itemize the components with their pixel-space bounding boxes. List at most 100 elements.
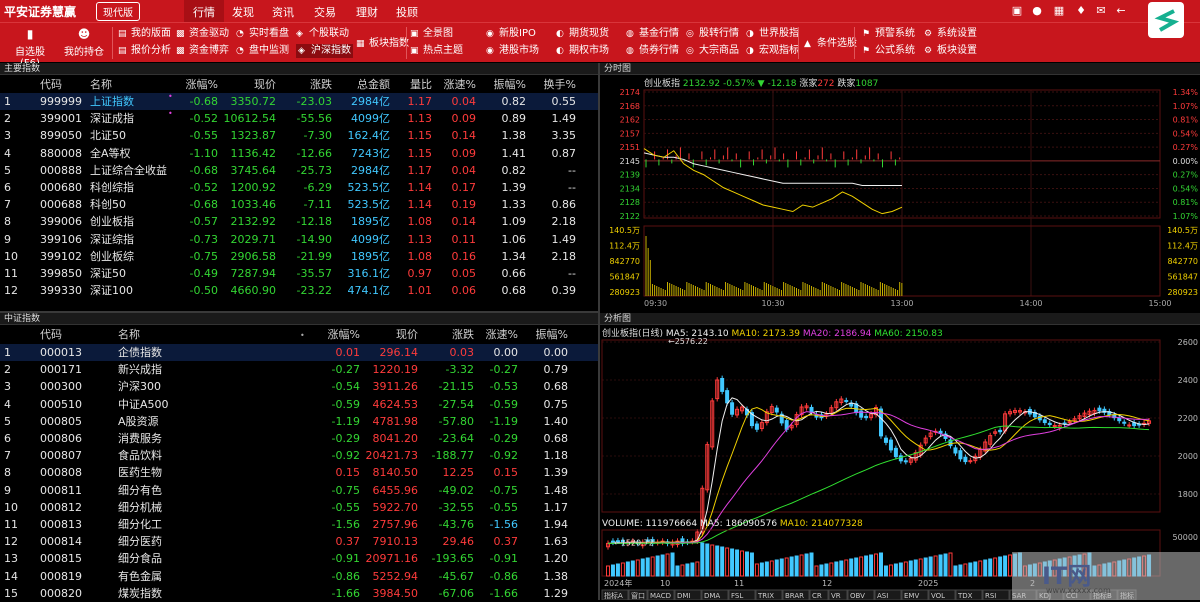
main-row-6-col-6[interactable]: 523.5亿 xyxy=(332,196,391,213)
main-row-2-col-9[interactable]: 1.38 xyxy=(476,127,527,144)
main-row-1-col-7[interactable]: 1.13 xyxy=(390,110,433,127)
indicator-tab-15[interactable]: RSI xyxy=(982,589,1010,600)
main-row-5-col-3[interactable]: -0.52 xyxy=(160,179,218,196)
csi-row-13-col-2[interactable]: 有色金属 xyxy=(118,568,218,585)
csi-row-4-col-4[interactable]: 4781.98 xyxy=(360,413,419,430)
csi-row-3-col-5[interactable]: -27.54 xyxy=(418,396,474,413)
main-row-6-col-4[interactable]: 1033.46 xyxy=(218,196,277,213)
main-row-4-col-6[interactable]: 2984亿 xyxy=(332,162,390,179)
skin-icon[interactable]: ♦ xyxy=(1074,4,1088,18)
csi-row-4-col-5[interactable]: -57.80 xyxy=(418,413,474,430)
csi-row-7-col-3[interactable]: 0.15 xyxy=(300,464,361,481)
csi-row-12-col-2[interactable]: 细分食品 xyxy=(118,550,218,567)
main-row-2-col-3[interactable]: -0.55 xyxy=(160,127,218,144)
csi-row-5-col-7[interactable]: 0.68 xyxy=(520,430,569,447)
csi-row-2-col-4[interactable]: 3911.26 xyxy=(360,378,419,395)
csi-row-12-col-5[interactable]: -193.65 xyxy=(418,550,474,567)
main-row-8-col-7[interactable]: 1.13 xyxy=(390,231,433,248)
main-row-2-col-7[interactable]: 1.15 xyxy=(390,127,433,144)
indicator-tab-10[interactable]: OBV xyxy=(847,589,875,600)
csi-row-14-col-2[interactable]: 煤炭指数 xyxy=(118,585,218,602)
version-switch-button[interactable]: 现代版 xyxy=(96,2,140,21)
csi-row-6-col-3[interactable]: -0.92 xyxy=(300,447,360,464)
main-row-3-col-9[interactable]: 1.41 xyxy=(476,145,527,162)
csi-row-3-col-0[interactable]: 4 xyxy=(4,396,28,413)
main-row-11-col-5[interactable]: -23.22 xyxy=(276,282,332,299)
csi-row-0-col-3[interactable]: 0.01 xyxy=(300,344,361,361)
csi-row-8-col-3[interactable]: -0.75 xyxy=(300,482,360,499)
main-row-5-col-1[interactable]: 000680 xyxy=(40,179,90,196)
main-row-10-col-3[interactable]: -0.49 xyxy=(160,265,218,282)
csi-row-2-col-6[interactable]: -0.53 xyxy=(474,378,518,395)
main-row-4-col-9[interactable]: 0.82 xyxy=(476,162,527,179)
csi-row-3-col-6[interactable]: -0.59 xyxy=(474,396,518,413)
csi-row-1-col-2[interactable]: 新兴成指 xyxy=(118,361,218,378)
main-row-2-col-8[interactable]: 0.14 xyxy=(432,127,477,144)
csi-row-10-col-2[interactable]: 细分化工 xyxy=(118,516,218,533)
csi-row-7-col-1[interactable]: 000808 xyxy=(40,464,110,481)
main-row-7-col-0[interactable]: 8 xyxy=(4,213,28,230)
nav-tab-discover[interactable]: 发现 xyxy=(232,4,254,20)
main-row-1-col-5[interactable]: -55.56 xyxy=(276,110,332,127)
csi-row-4-col-1[interactable]: 000805 xyxy=(40,413,110,430)
intraday-chart[interactable]: 创业板指 2132.92 -0.57% ▼ -12.18 涨家272 跌家108… xyxy=(600,76,1200,310)
csi-row-10-col-5[interactable]: -43.76 xyxy=(418,516,474,533)
main-row-9-col-5[interactable]: -21.99 xyxy=(276,248,332,265)
main-row-7-col-10[interactable]: 2.18 xyxy=(526,213,577,230)
csi-row-0-col-1[interactable]: 000013 xyxy=(40,344,110,361)
toolbar-button-5-1[interactable]: ▣ 热点主题 xyxy=(410,44,463,58)
main-row-6-col-3[interactable]: -0.68 xyxy=(160,196,218,213)
csi-row-5-col-1[interactable]: 000806 xyxy=(40,430,110,447)
toolbar-button-3-1[interactable]: ◈ 沪深指数 xyxy=(296,44,353,58)
csi-row-11-col-6[interactable]: 0.37 xyxy=(474,533,519,550)
main-row-0-col-6[interactable]: 2984亿 xyxy=(332,93,390,110)
csi-row-3-col-3[interactable]: -0.59 xyxy=(300,396,360,413)
csi-row-1-col-0[interactable]: 2 xyxy=(4,361,28,378)
main-row-7-col-5[interactable]: -12.18 xyxy=(276,213,332,230)
main-row-9-col-8[interactable]: 0.16 xyxy=(432,248,477,265)
csi-row-12-col-0[interactable]: 13 xyxy=(4,550,28,567)
indicator-tab-11[interactable]: ASI xyxy=(874,589,902,600)
grid-icon[interactable]: ▦ xyxy=(1052,4,1066,18)
main-row-2-col-1[interactable]: 899050 xyxy=(40,127,90,144)
csi-row-2-col-0[interactable]: 3 xyxy=(4,378,28,395)
main-row-6-col-8[interactable]: 0.19 xyxy=(432,196,477,213)
csi-row-13-col-4[interactable]: 5252.94 xyxy=(360,568,419,585)
id-card-icon[interactable]: ▣ xyxy=(1010,4,1024,18)
main-row-5-col-4[interactable]: 1200.92 xyxy=(218,179,277,196)
indicator-tab-7[interactable]: BRAR xyxy=(782,589,810,600)
main-row-7-col-2[interactable]: 创业板指 xyxy=(90,213,170,230)
csi-col-header-2[interactable]: 名称 xyxy=(118,327,218,343)
csi-row-8-col-2[interactable]: 细分有色 xyxy=(118,482,218,499)
main-row-3-col-3[interactable]: -1.10 xyxy=(160,145,218,162)
main-row-8-col-0[interactable]: 9 xyxy=(4,231,28,248)
main-row-6-col-2[interactable]: 科创50 xyxy=(90,196,170,213)
main-row-3-col-1[interactable]: 880008 xyxy=(40,145,90,162)
main-col-header-9[interactable]: 振幅% xyxy=(476,77,526,93)
toolbar-button-1-0[interactable]: ▩ 资金驱动 xyxy=(176,27,229,41)
csi-row-12-col-4[interactable]: 20971.16 xyxy=(360,550,419,567)
main-row-2-col-6[interactable]: 162.4亿 xyxy=(332,127,391,144)
csi-row-12-col-3[interactable]: -0.91 xyxy=(300,550,360,567)
main-row-5-col-0[interactable]: 6 xyxy=(4,179,28,196)
csi-row-1-col-7[interactable]: 0.79 xyxy=(520,361,569,378)
csi-row-11-col-5[interactable]: 29.46 xyxy=(418,533,475,550)
main-row-8-col-3[interactable]: -0.73 xyxy=(160,231,218,248)
main-row-7-col-1[interactable]: 399006 xyxy=(40,213,90,230)
main-row-4-col-10[interactable]: -- xyxy=(526,162,576,179)
csi-row-11-col-2[interactable]: 细分医药 xyxy=(118,533,218,550)
csi-row-14-col-3[interactable]: -1.66 xyxy=(300,585,360,602)
main-row-11-col-1[interactable]: 399330 xyxy=(40,282,90,299)
main-row-1-col-8[interactable]: 0.09 xyxy=(432,110,477,127)
csi-col-header-1[interactable]: 代码 xyxy=(40,327,110,343)
main-row-11-col-2[interactable]: 深证100 xyxy=(90,282,170,299)
csi-row-4-col-6[interactable]: -1.19 xyxy=(474,413,518,430)
main-row-6-col-1[interactable]: 000688 xyxy=(40,196,90,213)
indicator-tab-3[interactable]: DMI xyxy=(674,589,702,600)
csi-row-8-col-6[interactable]: -0.75 xyxy=(474,482,518,499)
main-row-0-col-0[interactable]: 1 xyxy=(4,93,28,110)
csi-row-11-col-1[interactable]: 000814 xyxy=(40,533,110,550)
main-row-2-col-4[interactable]: 1323.87 xyxy=(218,127,277,144)
csi-row-3-col-4[interactable]: 4624.53 xyxy=(360,396,419,413)
nav-tab-advisor[interactable]: 投顾 xyxy=(396,4,418,20)
